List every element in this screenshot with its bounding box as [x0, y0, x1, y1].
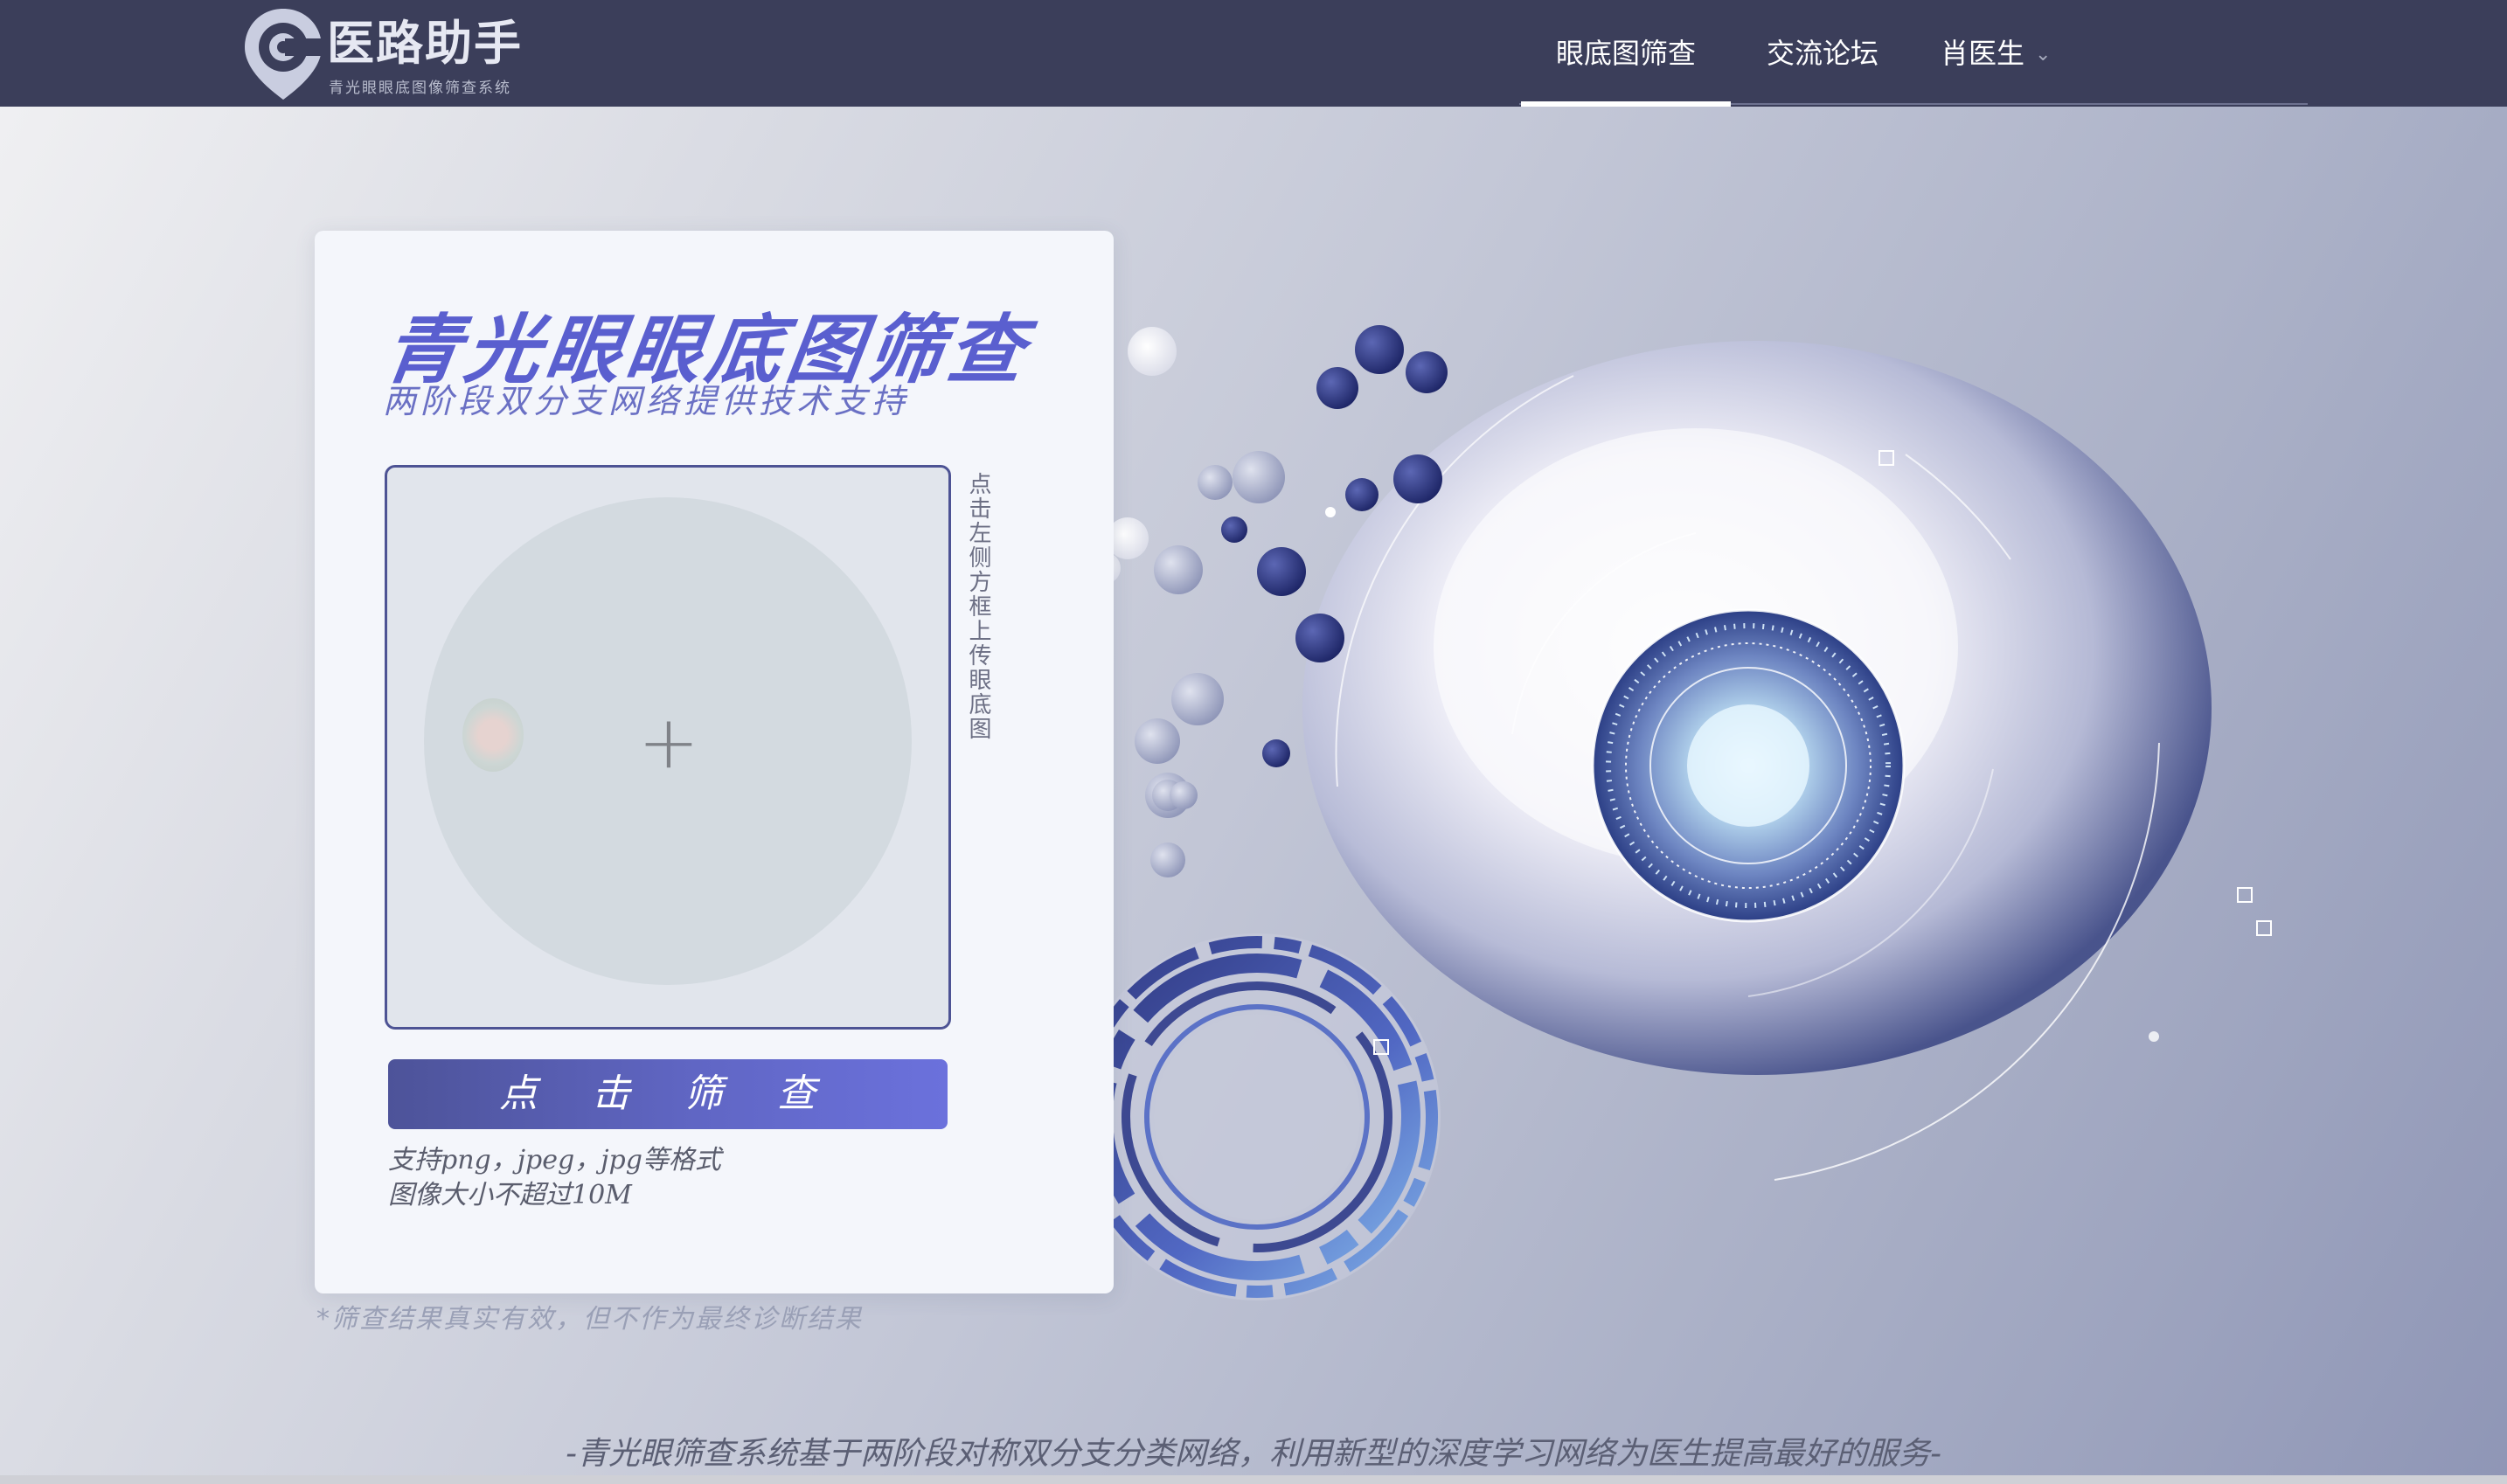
location-pin-c-icon — [245, 9, 323, 100]
nav-item-label: 交流论坛 — [1766, 37, 1879, 70]
nav-item-user-menu[interactable]: 肖医生 ⌄ — [1941, 0, 2080, 107]
nav-item-forum[interactable]: 交流论坛 — [1757, 0, 1888, 107]
chevron-down-icon: ⌄ — [2035, 44, 2052, 66]
fundus-placeholder-image: + — [424, 497, 912, 985]
plus-icon: + — [637, 699, 700, 785]
format-note-line2: 图像大小不超过10M — [388, 1180, 632, 1210]
nav-item-fundus-screening[interactable]: 眼底图筛查 — [1521, 0, 1731, 107]
screen-button[interactable]: 点 击 筛 查 — [388, 1059, 948, 1129]
screening-card: 青光眼眼底图筛查 两阶段双分支网络提供技术支持 + 点击左侧方框上传眼底图 点 … — [315, 231, 1114, 1293]
eye-illustration — [1055, 325, 2272, 1300]
nav-item-label: 眼底图筛查 — [1555, 37, 1696, 70]
footer-text: -青光眼筛查系统基于两阶段对称双分支分类网络，利用新型的深度学习网络为医生提高最… — [566, 1436, 1941, 1472]
disclaimer: *筛查结果真实有效，但不作为最终诊断结果 — [316, 1304, 863, 1335]
optic-disc — [462, 698, 524, 772]
logo-title: 医路助手 — [327, 16, 523, 71]
fundus-upload-area[interactable]: + — [385, 465, 951, 1030]
page-subtitle: 两阶段双分支网络提供技术支持 — [383, 382, 910, 420]
format-note: 支持png，jpeg，jpg等格式 图像大小不超过10M — [388, 1143, 721, 1213]
top-navbar: 医路助手 青光眼眼底图像筛查系统 眼底图筛查 交流论坛 肖医生 ⌄ — [0, 0, 2507, 107]
logo-subtitle: 青光眼眼底图像筛查系统 — [329, 80, 511, 97]
logo[interactable]: 医路助手 青光眼眼底图像筛查系统 — [243, 5, 540, 103]
bottom-strip — [0, 1475, 2507, 1484]
format-note-line1: 支持png，jpeg，jpg等格式 — [388, 1145, 721, 1175]
upload-hint: 点击左侧方框上传眼底图 — [965, 472, 991, 741]
nav-item-label: 肖医生 — [1941, 37, 2025, 70]
